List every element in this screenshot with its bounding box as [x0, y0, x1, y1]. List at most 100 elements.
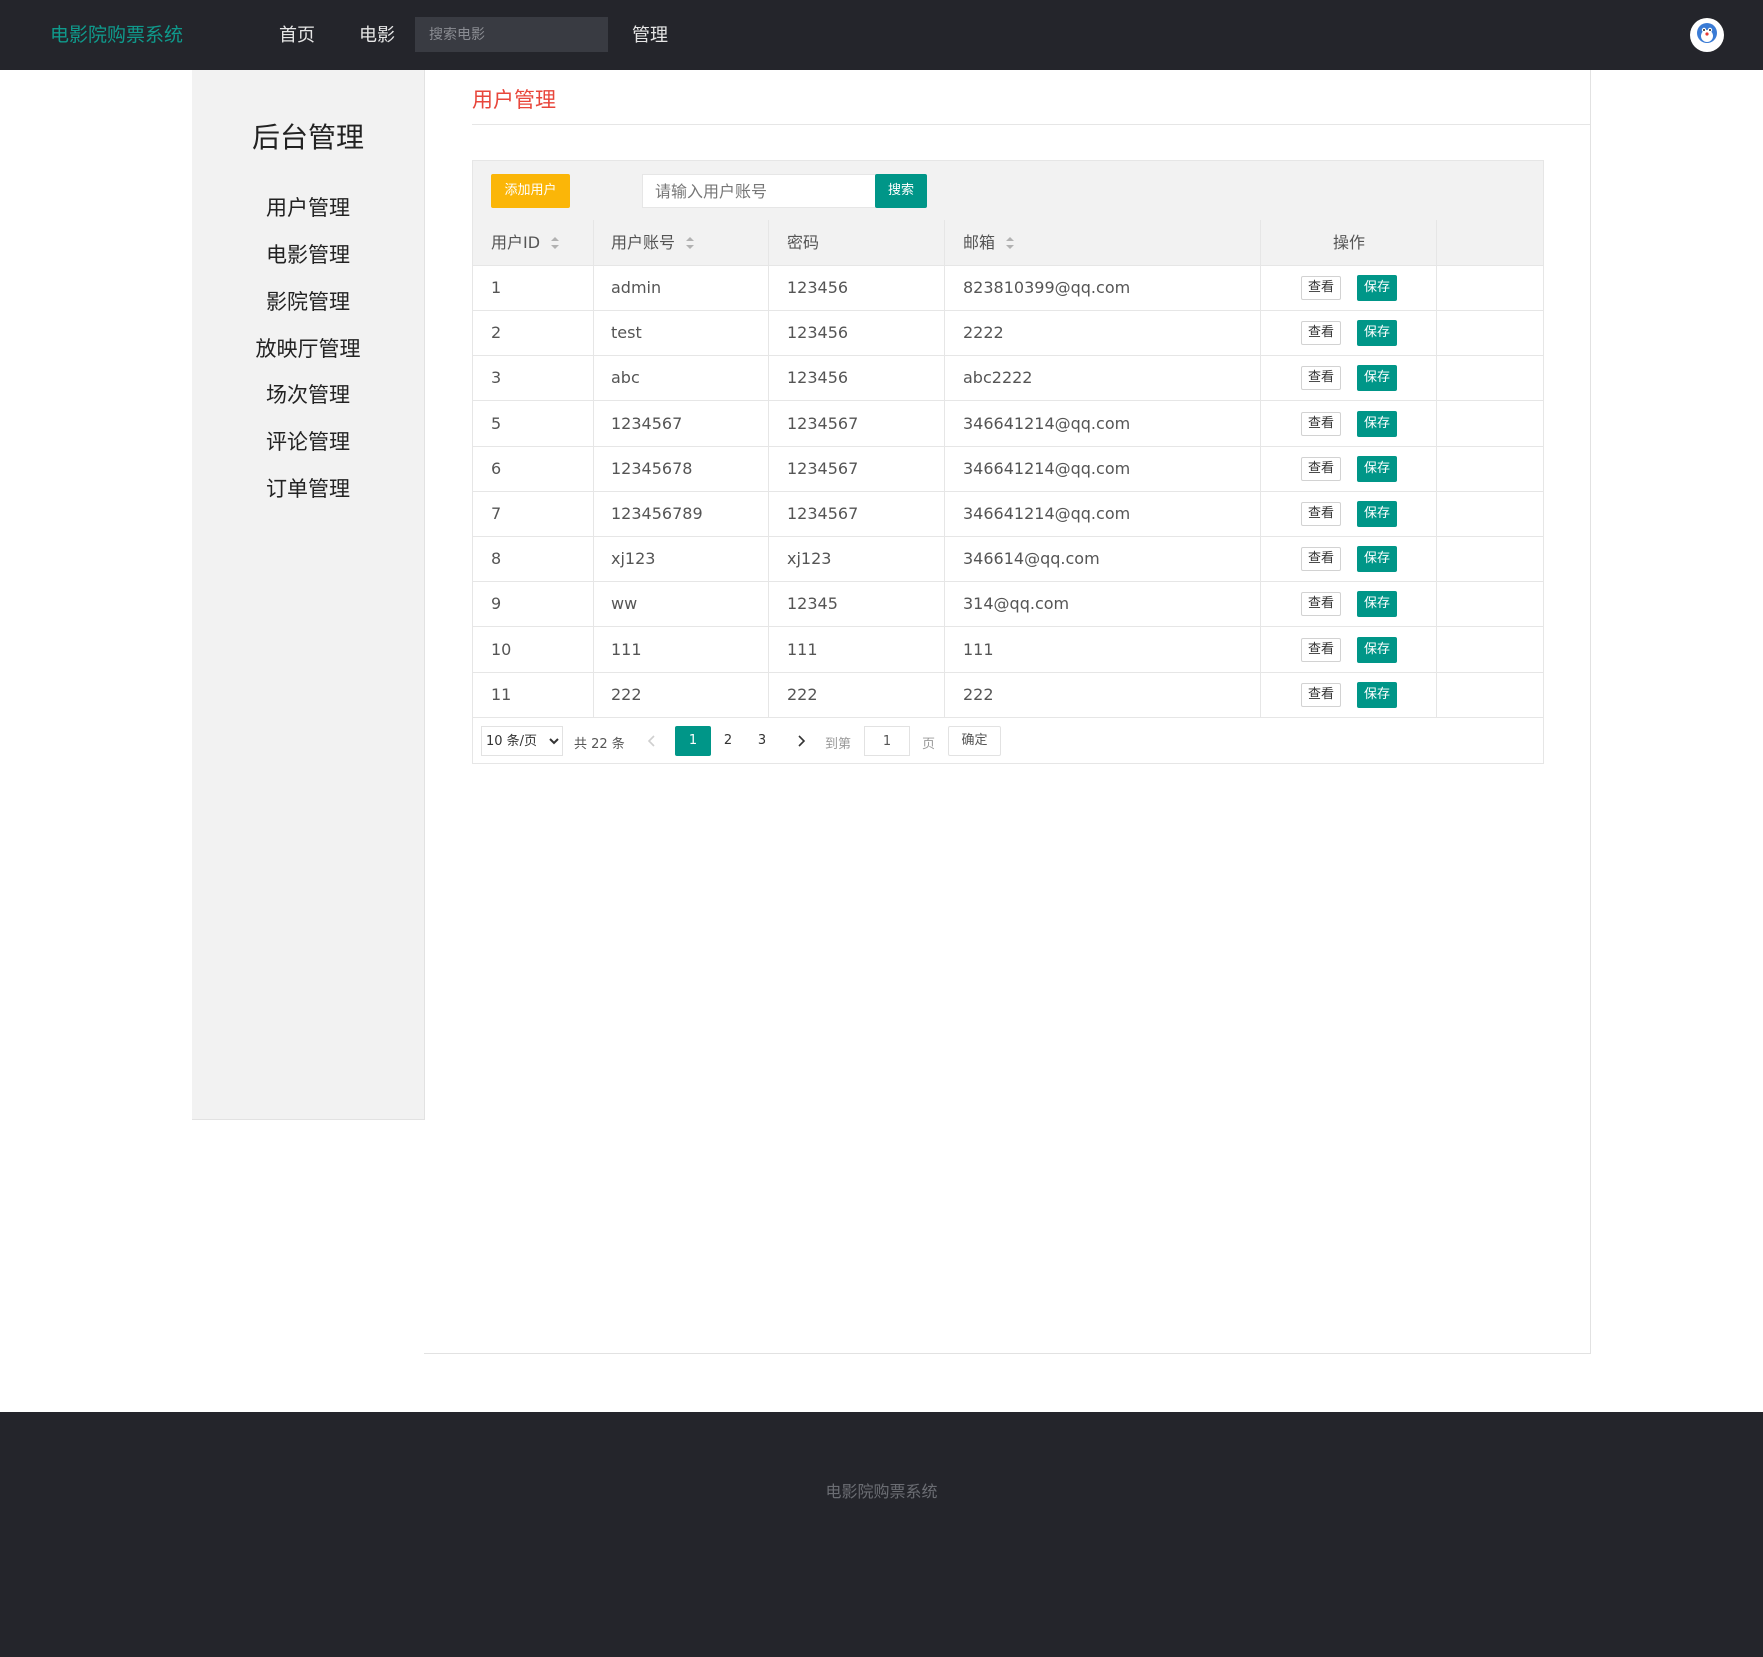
- cell-user-id: 1: [491, 278, 502, 297]
- cell-user-id: 7: [491, 504, 502, 523]
- view-button[interactable]: 查看: [1301, 276, 1341, 300]
- header-user-id[interactable]: 用户ID: [491, 220, 560, 265]
- sort-icon[interactable]: [1005, 236, 1015, 250]
- search-button[interactable]: 搜索: [875, 174, 927, 208]
- column-divider: [1260, 220, 1261, 717]
- cell-user-id: 5: [491, 413, 502, 433]
- table-toolbar: [473, 161, 1543, 221]
- header-label: 密码: [787, 233, 820, 252]
- header-label: 用户ID: [491, 233, 541, 252]
- table-row: 7 123456789 1234567 346641214@qq.com 查看 保存: [473, 491, 1543, 537]
- table-row: 3 abc 123456 abc2222 查看 保存: [473, 355, 1543, 402]
- cell-password: xj123: [787, 549, 832, 569]
- header-email[interactable]: 邮箱: [963, 220, 1015, 265]
- cell-password: 123456: [787, 278, 849, 297]
- view-button[interactable]: 查看: [1301, 637, 1341, 662]
- table-row: 8 xj123 xj123 346614@qq.com 查看 保存: [473, 536, 1543, 583]
- header-user-account[interactable]: 用户账号: [611, 220, 695, 265]
- table-row: 9 ww 12345 314@qq.com 查看 保存: [473, 581, 1543, 628]
- footer: [0, 1412, 1763, 1657]
- header-label: 操作: [1332, 233, 1365, 252]
- view-button[interactable]: 查看: [1301, 366, 1341, 391]
- title-divider: [472, 124, 1590, 125]
- cell-user-account: ww: [611, 594, 638, 614]
- cell-email: 823810399@qq.com: [963, 278, 1131, 297]
- header-actions: 操作: [1261, 220, 1437, 265]
- next-page-button[interactable]: [791, 726, 811, 756]
- goto-suffix: 页: [922, 737, 936, 752]
- save-button[interactable]: 保存: [1357, 365, 1397, 392]
- cell-user-id: 2: [491, 323, 502, 343]
- table-row: 1 admin 123456 823810399@qq.com 查看 保存: [473, 265, 1543, 311]
- goto-page-input[interactable]: [864, 726, 910, 756]
- page-button-2[interactable]: 2: [711, 726, 745, 756]
- save-button[interactable]: 保存: [1357, 501, 1397, 527]
- view-button[interactable]: 查看: [1301, 592, 1341, 617]
- sidebar-item-orders[interactable]: 订单管理: [192, 473, 424, 503]
- save-button[interactable]: 保存: [1357, 410, 1397, 437]
- sidebar-title: 后台管理: [251, 121, 364, 154]
- cell-email: 346641214@qq.com: [963, 504, 1131, 523]
- cell-user-id: 6: [491, 458, 502, 478]
- sidebar-item-users[interactable]: 用户管理: [192, 192, 424, 222]
- save-button[interactable]: 保存: [1357, 681, 1397, 708]
- save-button[interactable]: 保存: [1357, 320, 1397, 347]
- sidebar-item-movies[interactable]: 电影管理: [192, 239, 424, 269]
- sort-icon[interactable]: [550, 236, 560, 250]
- table-row: 2 test 123456 2222 查看 保存: [473, 310, 1543, 357]
- table-row: 6 12345678 1234567 346641214@qq.com 查看 保存: [473, 446, 1543, 492]
- nav-item-movies[interactable]: 电影: [359, 21, 395, 47]
- cell-user-id: 11: [491, 684, 512, 704]
- top-navbar: [0, 0, 1763, 70]
- admin-sidebar: 后台管理 用户管理 电影管理 影院管理 放映厅管理 场次管理 评论管理 订单管理: [192, 70, 425, 1120]
- view-button[interactable]: 查看: [1301, 682, 1341, 707]
- cell-email: 2222: [963, 323, 1004, 343]
- cell-user-account: 111: [611, 639, 642, 659]
- goto-confirm-button[interactable]: 确定: [948, 726, 1001, 756]
- nav-item-admin[interactable]: 管理: [632, 21, 668, 47]
- sidebar-item-cinemas[interactable]: 影院管理: [192, 286, 424, 316]
- add-user-button[interactable]: 添加用户: [491, 174, 570, 208]
- view-button[interactable]: 查看: [1301, 502, 1341, 526]
- save-button[interactable]: 保存: [1357, 591, 1397, 618]
- cell-user-id: 10: [491, 639, 512, 659]
- view-button[interactable]: 查看: [1301, 456, 1341, 481]
- cell-user-account: abc: [611, 368, 640, 388]
- cell-password: 123456: [787, 323, 849, 343]
- page-size-select[interactable]: 10 条/页: [481, 726, 563, 756]
- cell-email: 346641214@qq.com: [963, 458, 1131, 478]
- save-button[interactable]: 保存: [1357, 636, 1397, 663]
- view-button[interactable]: 查看: [1301, 547, 1341, 572]
- cell-user-account: 222: [611, 684, 642, 704]
- footer-text: 电影院购票系统: [825, 1482, 938, 1501]
- page-title: 用户管理: [472, 88, 556, 112]
- user-account-search-input[interactable]: [642, 174, 876, 208]
- chevron-right-icon: [798, 735, 806, 747]
- nav-item-home[interactable]: 首页: [279, 21, 315, 47]
- page-button-1[interactable]: 1: [675, 726, 711, 756]
- column-divider: [944, 220, 945, 717]
- save-button[interactable]: 保存: [1357, 455, 1397, 482]
- prev-page-button[interactable]: [642, 726, 662, 756]
- sidebar-item-halls[interactable]: 放映厅管理: [192, 333, 424, 363]
- sort-icon[interactable]: [685, 236, 695, 250]
- cell-user-account: admin: [611, 278, 662, 297]
- table-row: 5 1234567 1234567 346641214@qq.com 查看 保存: [473, 401, 1543, 447]
- view-button[interactable]: 查看: [1301, 411, 1341, 436]
- page-button-3[interactable]: 3: [745, 726, 779, 756]
- column-divider: [768, 220, 769, 717]
- user-avatar[interactable]: [1690, 18, 1724, 52]
- movie-search-input[interactable]: [415, 17, 608, 52]
- sidebar-item-schedules[interactable]: 场次管理: [192, 379, 424, 409]
- view-button[interactable]: 查看: [1301, 321, 1341, 346]
- sidebar-item-comments[interactable]: 评论管理: [192, 426, 424, 456]
- brand-logo[interactable]: 电影院购票系统: [50, 20, 183, 47]
- save-button[interactable]: 保存: [1357, 275, 1397, 301]
- cell-user-account: 1234567: [611, 413, 683, 433]
- cell-email: 346614@qq.com: [963, 549, 1100, 569]
- table-row: 10 111 111 111 查看 保存: [473, 627, 1543, 673]
- cell-password: 12345: [787, 594, 838, 614]
- cell-user-id: 8: [491, 549, 502, 569]
- cell-user-account: 12345678: [611, 458, 693, 478]
- save-button[interactable]: 保存: [1357, 546, 1397, 573]
